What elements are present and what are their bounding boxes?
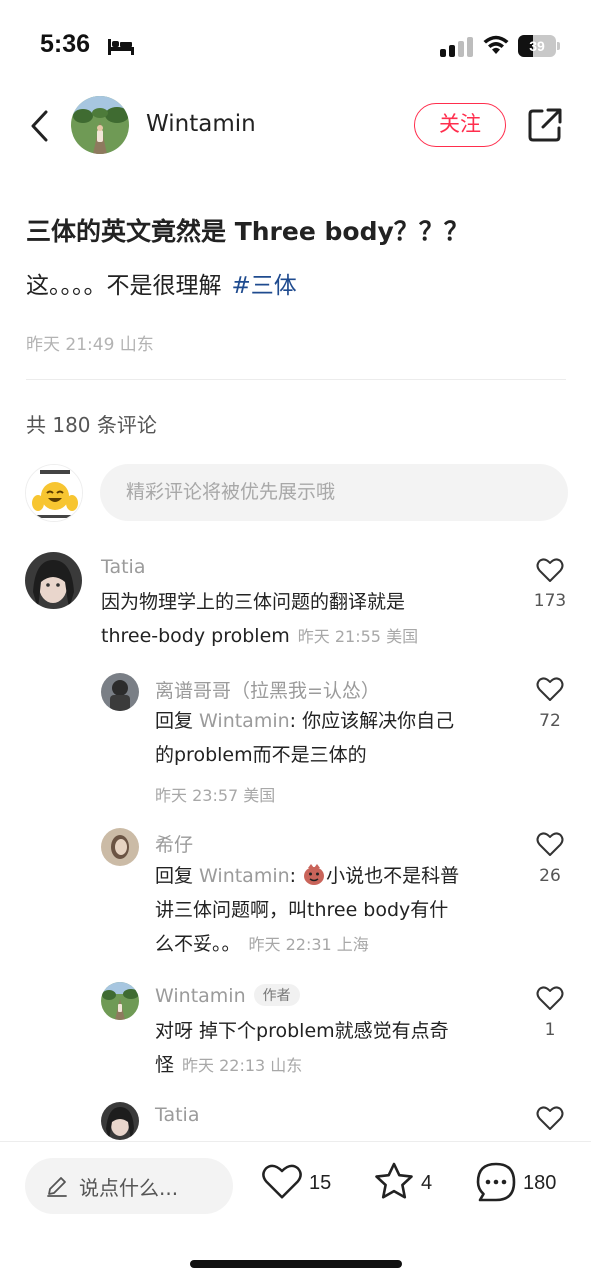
- comment-line: 怪: [155, 1054, 175, 1076]
- comment-line: 讲三体问题啊，叫three body有什: [155, 899, 449, 921]
- commenter-name[interactable]: 离谱哥哥（拉黑我=认怂）: [155, 676, 380, 703]
- share-icon[interactable]: [526, 106, 564, 144]
- author-avatar[interactable]: [71, 96, 129, 154]
- bottom-input-label: 说点什么...: [79, 1176, 179, 1200]
- commenter-name-text[interactable]: Wintamin: [155, 985, 246, 1007]
- comment-line: 对呀 掉下个problem就感觉有点奇: [155, 1020, 449, 1042]
- like-count: 173: [533, 591, 567, 611]
- commenter-name: Wintamin 作者: [155, 984, 300, 1007]
- like-count: 1: [544, 1020, 556, 1040]
- comment-text: three-body problem 昨天 21:55 美国: [101, 619, 418, 654]
- comments-total: 180: [523, 1172, 557, 1194]
- status-time: 5:36: [40, 30, 91, 58]
- like-count: 26: [539, 866, 561, 886]
- comment-text: 对呀 掉下个problem就感觉有点奇: [155, 1014, 449, 1048]
- like-count: 72: [539, 711, 561, 731]
- comments-count: 共 180 条评论: [26, 413, 157, 437]
- comment-meta: 昨天 22:13 山东: [182, 1056, 303, 1075]
- post-meta: 昨天 21:49 山东: [26, 335, 154, 355]
- comment-text: 么不妥。。 昨天 22:31 上海: [155, 927, 369, 962]
- signal-icon: [440, 37, 473, 57]
- author-name[interactable]: Wintamin: [146, 111, 256, 137]
- comment-bubble-icon[interactable]: [475, 1161, 517, 1203]
- reply-prefix: 回复: [155, 865, 200, 887]
- bed-icon: [108, 39, 134, 55]
- comment-meta: 昨天 21:55 美国: [297, 627, 419, 646]
- comment-text: 怪昨天 22:13 山东: [155, 1048, 302, 1083]
- pen-icon: [47, 1177, 67, 1197]
- comment-line: three-body problem: [101, 625, 290, 647]
- comment-text: 回复 Wintamin: 小说也不是科普: [155, 859, 459, 893]
- comment-text: 回复 Wintamin: 你应该解决你自己: [155, 704, 454, 738]
- sticker-emoji-icon: [304, 864, 325, 885]
- bottom-action-bar: 说点什么... 15 4 180: [0, 1142, 591, 1280]
- commenter-avatar[interactable]: [101, 982, 139, 1020]
- home-indicator[interactable]: [190, 1260, 402, 1268]
- comment-line: : 你应该解决你自己: [289, 710, 455, 732]
- heart-icon[interactable]: [261, 1162, 303, 1202]
- my-avatar: [25, 464, 83, 522]
- heart-icon[interactable]: [536, 676, 564, 702]
- author-badge: 作者: [253, 984, 300, 1006]
- post-body: 这。。。。不是很理解 #三体: [26, 266, 297, 300]
- likes-count: 15: [309, 1172, 332, 1194]
- comment-meta: 昨天 22:31 上海: [248, 935, 369, 954]
- post-body-text: 这。。。。不是很理解: [26, 273, 222, 299]
- commenter-name[interactable]: Tatia: [155, 1104, 199, 1126]
- reply-to-name[interactable]: Wintamin: [199, 710, 290, 732]
- reply-colon: :: [289, 865, 303, 887]
- comment-text: 因为物理学上的三体问题的翻译就是: [101, 585, 405, 619]
- comment-line: 的problem而不是三体的: [155, 744, 367, 766]
- commenter-name[interactable]: Tatia: [101, 556, 145, 578]
- comment-text: 的problem而不是三体的: [155, 738, 367, 772]
- battery-indicator: 39: [518, 35, 560, 57]
- comment-meta: 昨天 23:57 美国: [155, 786, 276, 805]
- post-title: 三体的英文竟然是 Three body？？？: [26, 217, 469, 246]
- heart-icon[interactable]: [536, 557, 564, 583]
- reply-prefix: 回复: [155, 710, 200, 732]
- favorites-count: 4: [421, 1172, 433, 1194]
- commenter-avatar[interactable]: [25, 552, 82, 609]
- commenter-name[interactable]: 希仔: [155, 830, 193, 857]
- heart-icon[interactable]: [536, 1105, 564, 1131]
- back-arrow-icon[interactable]: [26, 106, 56, 146]
- battery-level: 39: [529, 38, 545, 54]
- comment-input[interactable]: 精彩评论将被优先展示哦: [100, 464, 568, 521]
- commenter-avatar[interactable]: [101, 673, 139, 711]
- comment-text: 讲三体问题啊，叫three body有什: [155, 893, 448, 927]
- star-icon[interactable]: [373, 1161, 415, 1203]
- comment-line: 因为物理学上的三体问题的翻译就是: [101, 591, 406, 613]
- reply-to-name[interactable]: Wintamin: [199, 865, 290, 887]
- comment-line: 么不妥。。: [155, 933, 241, 955]
- bottom-comment-input[interactable]: 说点什么...: [25, 1158, 233, 1214]
- heart-icon[interactable]: [536, 985, 564, 1011]
- wifi-icon: [483, 35, 509, 54]
- commenter-avatar[interactable]: [101, 1102, 139, 1140]
- follow-button[interactable]: 关注: [414, 103, 506, 147]
- status-bar: 5:36 39: [0, 0, 591, 92]
- hashtag-link[interactable]: #三体: [232, 273, 297, 299]
- commenter-avatar[interactable]: [101, 828, 139, 866]
- heart-icon[interactable]: [536, 831, 564, 857]
- comment-line: 小说也不是科普: [326, 865, 460, 887]
- divider: [26, 379, 566, 380]
